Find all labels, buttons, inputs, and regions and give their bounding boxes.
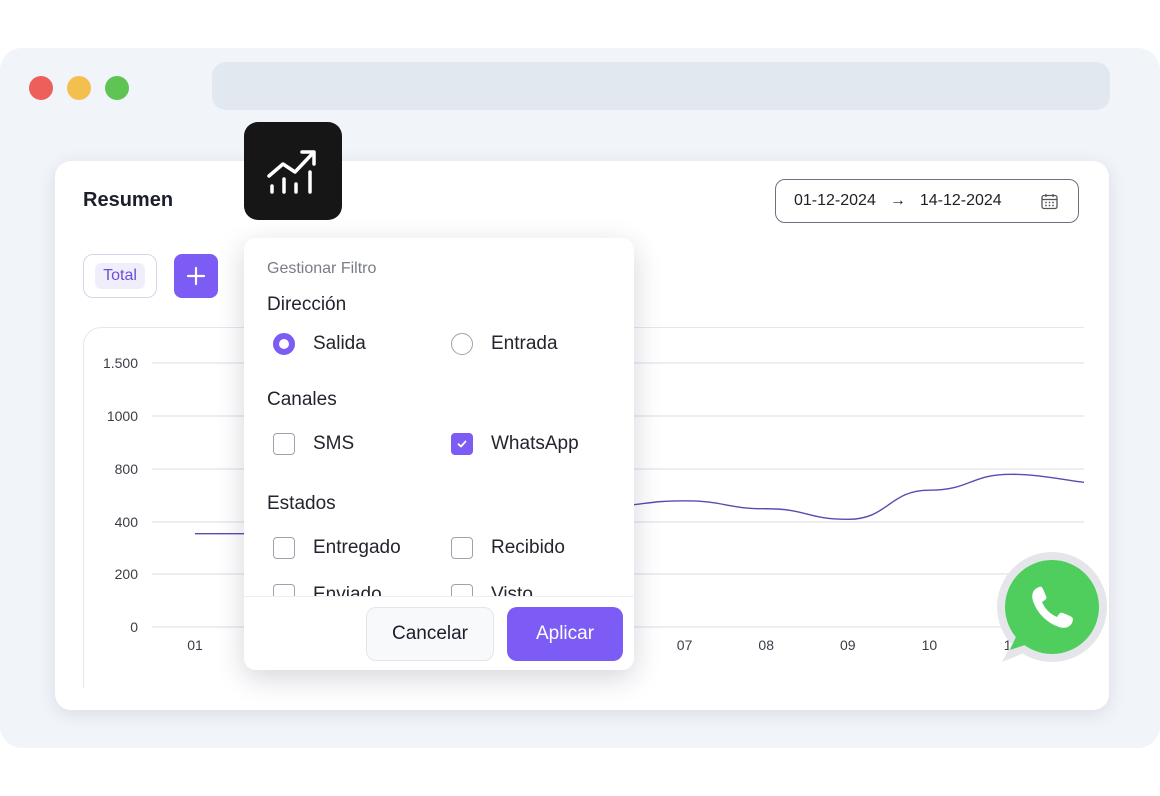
y-tick-label: 1.500 <box>103 355 138 371</box>
apply-button[interactable]: Aplicar <box>507 607 623 661</box>
popover-footer: Cancelar Aplicar <box>244 596 634 670</box>
checkbox-whatsapp-label: WhatsApp <box>491 433 579 454</box>
checkbox-entregado-label: Entregado <box>313 537 401 558</box>
close-window-dot[interactable] <box>29 76 53 100</box>
radio-indicator <box>451 333 473 355</box>
card-title: Resumen <box>83 189 174 211</box>
whatsapp-logo-icon <box>992 550 1112 668</box>
y-tick-label: 200 <box>115 566 139 582</box>
plus-icon <box>186 266 206 286</box>
radio-selected-indicator <box>273 333 295 355</box>
checkbox-recibido[interactable]: Recibido <box>451 537 565 559</box>
checkmark-icon <box>451 433 473 455</box>
states-section-label: Estados <box>267 493 336 514</box>
date-to: 14-12-2024 <box>919 192 1002 209</box>
checkbox-entregado[interactable]: Entregado <box>273 537 401 559</box>
date-from: 01-12-2024 <box>794 192 876 209</box>
address-bar[interactable] <box>212 62 1110 110</box>
cancel-button[interactable]: Cancelar <box>366 607 494 661</box>
maximize-window-dot[interactable] <box>105 76 129 100</box>
y-tick-label: 400 <box>115 514 139 530</box>
y-tick-label: 800 <box>115 461 139 477</box>
minimize-window-dot[interactable] <box>67 76 91 100</box>
x-tick-label: 01 <box>187 637 203 653</box>
radio-salida[interactable]: Salida <box>273 333 366 355</box>
date-range-picker[interactable]: 01-12-2024 → 14-12-2024 <box>775 179 1079 223</box>
x-tick-label: 09 <box>840 637 856 653</box>
x-tick-label: 08 <box>758 637 774 653</box>
trend-tile <box>244 122 342 220</box>
checkbox-whatsapp[interactable]: WhatsApp <box>451 433 579 455</box>
channels-section-label: Canales <box>267 389 337 410</box>
x-tick-label: 07 <box>677 637 693 653</box>
trending-up-chart-icon <box>267 150 316 194</box>
popover-title: Gestionar Filtro <box>267 260 377 277</box>
radio-entrada-label: Entrada <box>491 333 558 354</box>
checkbox-sms-label: SMS <box>313 433 355 454</box>
x-tick-label: 10 <box>922 637 938 653</box>
checkbox-indicator <box>273 537 295 559</box>
y-tick-label: 0 <box>130 619 138 635</box>
checkbox-sms[interactable]: SMS <box>273 433 354 455</box>
checkbox-indicator <box>273 433 295 455</box>
direction-section-label: Dirección <box>267 294 347 315</box>
calendar-icon[interactable] <box>1041 193 1058 215</box>
total-filter-chip[interactable]: Total <box>83 254 157 298</box>
y-tick-label: 1000 <box>107 408 138 424</box>
total-chip-label: Total <box>95 263 145 289</box>
radio-entrada[interactable]: Entrada <box>451 333 558 355</box>
checkbox-recibido-label: Recibido <box>491 537 565 558</box>
date-arrow: → <box>889 192 906 209</box>
radio-salida-label: Salida <box>313 333 366 354</box>
add-filter-button[interactable] <box>174 254 218 298</box>
filter-popover: Gestionar Filtro Dirección Salida Entrad… <box>244 238 634 670</box>
checkbox-indicator <box>451 537 473 559</box>
